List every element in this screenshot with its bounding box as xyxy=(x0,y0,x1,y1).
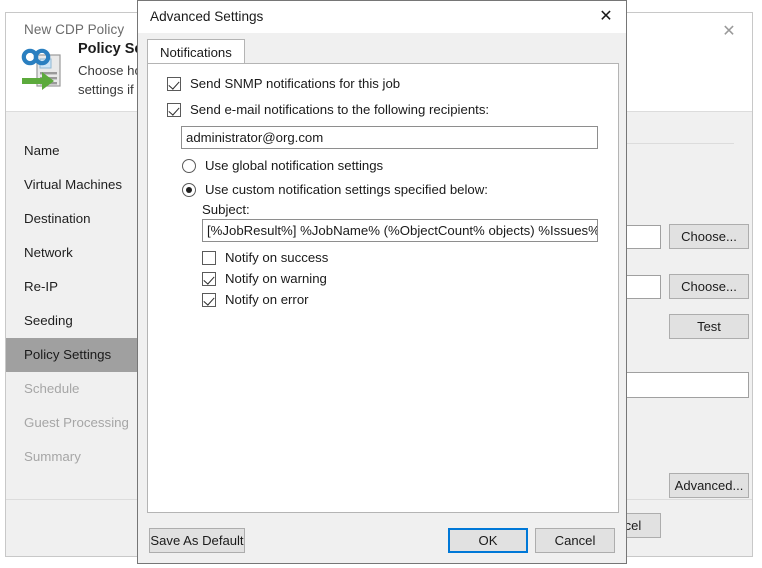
advanced-button[interactable]: Advanced... xyxy=(669,473,749,498)
choose-button-2[interactable]: Choose... xyxy=(669,274,749,299)
dialog-title: Advanced Settings xyxy=(150,9,264,24)
notify-error-checkbox[interactable] xyxy=(202,292,216,307)
sidebar-item-virtual-machines[interactable]: Virtual Machines xyxy=(6,168,143,202)
sidebar-item-summary: Summary xyxy=(24,449,81,464)
snmp-checkbox-label: Send SNMP notifications for this job xyxy=(190,76,401,91)
ok-button[interactable]: OK xyxy=(448,528,528,553)
email-checkbox[interactable] xyxy=(167,102,181,117)
email-checkbox-row[interactable]: Send e-mail notifications to the followi… xyxy=(167,102,489,117)
subject-label: Subject: xyxy=(202,202,250,217)
dialog-tabstrip: Notifications xyxy=(147,39,619,64)
sidebar-item-policy-settings[interactable]: Policy Settings xyxy=(6,338,143,372)
cdp-policy-icon xyxy=(18,45,68,95)
window-title: New CDP Policy xyxy=(24,22,125,37)
notify-success-label: Notify on success xyxy=(225,250,329,265)
sidebar-item-schedule: Schedule xyxy=(24,381,80,396)
choose-button-1[interactable]: Choose... xyxy=(669,224,749,249)
notifications-panel: Send SNMP notifications for this job Sen… xyxy=(147,63,619,513)
wizard-sidebar: Name Virtual Machines Destination Networ… xyxy=(6,112,144,499)
save-as-default-button[interactable]: Save As Default xyxy=(149,528,245,553)
notify-warning-checkbox[interactable] xyxy=(202,271,216,286)
dialog-cancel-button[interactable]: Cancel xyxy=(535,528,615,553)
notify-warning-label: Notify on warning xyxy=(225,271,327,286)
notify-success-row[interactable]: Notify on success xyxy=(202,250,328,265)
custom-settings-radio[interactable] xyxy=(182,182,196,197)
recipients-input[interactable]: administrator@org.com xyxy=(181,126,598,149)
sidebar-item-guest-processing: Guest Processing xyxy=(24,415,129,430)
dialog-footer: Save As Default OK Cancel xyxy=(138,513,626,563)
global-settings-radio[interactable] xyxy=(182,158,196,173)
close-icon[interactable]: ✕ xyxy=(592,5,620,29)
custom-settings-radio-row[interactable]: Use custom notification settings specifi… xyxy=(182,182,488,197)
subject-input[interactable]: [%JobResult%] %JobName% (%ObjectCount% o… xyxy=(202,219,598,242)
advanced-settings-dialog: Advanced Settings ✕ Notifications Send S… xyxy=(137,0,627,564)
sidebar-item-seeding[interactable]: Seeding xyxy=(6,304,143,338)
screen: New CDP Policy ✕ Policy Sett Choose how … xyxy=(0,0,762,568)
dialog-title-bar: Advanced Settings ✕ xyxy=(138,1,626,33)
custom-settings-label: Use custom notification settings specifi… xyxy=(205,182,488,197)
close-icon[interactable]: ✕ xyxy=(716,21,742,43)
notify-error-row[interactable]: Notify on error xyxy=(202,292,309,307)
notify-error-label: Notify on error xyxy=(225,292,309,307)
sidebar-item-destination[interactable]: Destination xyxy=(6,202,143,236)
global-settings-label: Use global notification settings xyxy=(205,158,384,173)
sidebar-item-name[interactable]: Name xyxy=(6,134,143,168)
notify-success-checkbox[interactable] xyxy=(202,250,216,265)
notify-warning-row[interactable]: Notify on warning xyxy=(202,271,327,286)
snmp-checkbox-row[interactable]: Send SNMP notifications for this job xyxy=(167,76,400,91)
global-settings-radio-row[interactable]: Use global notification settings xyxy=(182,158,383,173)
sidebar-item-re-ip[interactable]: Re-IP xyxy=(6,270,143,304)
snmp-checkbox[interactable] xyxy=(167,76,181,91)
sidebar-item-network[interactable]: Network xyxy=(6,236,143,270)
email-checkbox-label: Send e-mail notifications to the followi… xyxy=(190,102,490,117)
tab-notifications[interactable]: Notifications xyxy=(147,39,245,64)
test-button[interactable]: Test xyxy=(669,314,749,339)
